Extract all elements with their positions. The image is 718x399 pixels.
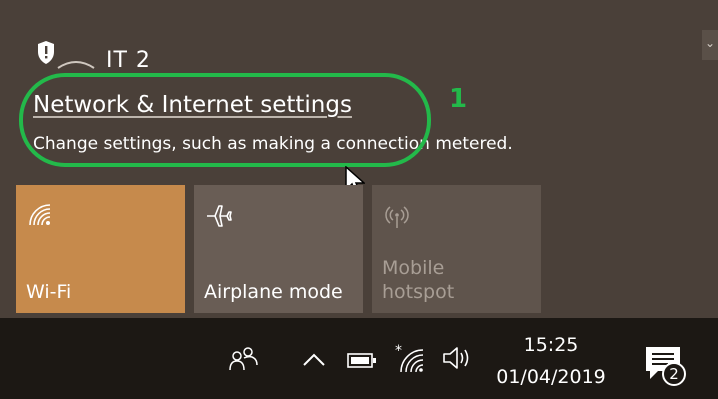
volume-icon[interactable] [441, 345, 475, 371]
wifi-icon[interactable]: * [393, 342, 429, 376]
people-icon[interactable] [227, 344, 259, 374]
wifi-signal-icon [57, 61, 95, 69]
chevron-up-icon[interactable] [301, 350, 327, 370]
annotation-highlight-ellipse [19, 73, 431, 167]
scroll-up-button[interactable]: ⌄ [702, 30, 718, 60]
network-flyout: IT 2 ⌄ Network & Internet settings Chang… [0, 0, 718, 318]
svg-text:*: * [395, 343, 402, 359]
network-list-item[interactable]: IT 2 [26, 36, 226, 76]
airplane-icon [207, 205, 232, 227]
airplane-mode-tile[interactable]: Airplane mode [194, 185, 363, 313]
wifi-icon [29, 204, 51, 226]
airplane-mode-tile-label: Airplane mode [204, 281, 343, 303]
wifi-tile-label: Wi-Fi [26, 281, 72, 303]
notification-count-badge: 2 [662, 362, 686, 386]
clock-time[interactable]: 15:25 [496, 334, 606, 356]
hotspot-icon [385, 206, 409, 228]
clock-date[interactable]: 01/04/2019 [489, 366, 613, 388]
network-name: IT 2 [106, 48, 151, 73]
mobile-hotspot-tile[interactable]: Mobile hotspot [372, 185, 541, 313]
annotation-number: 1 [449, 84, 468, 114]
wifi-tile[interactable]: Wi-Fi [16, 185, 185, 313]
battery-icon[interactable] [346, 350, 380, 370]
mobile-hotspot-tile-label: Mobile hotspot [382, 257, 455, 303]
shield-icon [38, 41, 54, 64]
